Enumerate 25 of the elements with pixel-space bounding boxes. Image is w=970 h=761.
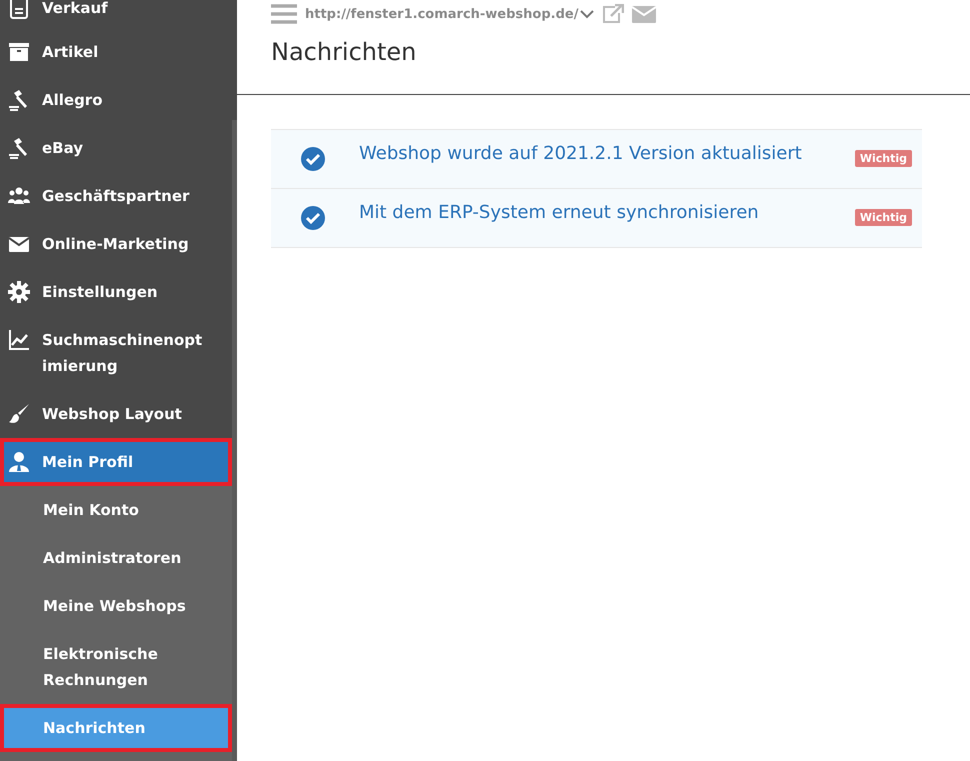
sidebar-item[interactable]: Elektronische Rechnungen: [0, 630, 232, 704]
sidebar-item[interactable]: eBay: [0, 124, 232, 172]
sidebar-item[interactable]: Mein Konto: [0, 486, 232, 534]
message-row[interactable]: Mit dem ERP-System erneut synchronisieren Wichtig: [271, 189, 922, 248]
sidebar-item[interactable]: Mein Profil: [0, 438, 232, 486]
message-row[interactable]: Webshop wurde auf 2021.2.1 Version aktualisiert Wichtig: [271, 130, 922, 189]
external-link-icon[interactable]: [602, 4, 624, 24]
sidebar-item[interactable]: Administratoren: [0, 534, 232, 582]
page-title: Nachrichten: [271, 38, 418, 66]
mail-icon[interactable]: [632, 4, 656, 24]
priority-badge: Wichtig: [854, 209, 912, 226]
sidebar-item[interactable]: Artikel: [0, 28, 232, 76]
shop-url[interactable]: http://fenster1.comarch-webshop.de/: [305, 6, 578, 22]
sidebar-item[interactable]: Suchmaschinenoptimierung: [0, 316, 232, 390]
sidebar-item[interactable]: Meine Webshops: [0, 582, 232, 630]
sidebar-item[interactable]: Verkauf: [0, 0, 232, 28]
sidebar-item[interactable]: Geschäftspartner: [0, 172, 232, 220]
sidebar-item[interactable]: Webshop Layout: [0, 390, 232, 438]
message-title[interactable]: Mit dem ERP-System erneut synchronisieren: [359, 202, 855, 223]
sidebar-item[interactable]: Allegro: [0, 76, 232, 124]
sidebar-item[interactable]: Einstellungen: [0, 268, 232, 316]
chevron-down-icon[interactable]: [580, 9, 594, 19]
message-title[interactable]: Webshop wurde auf 2021.2.1 Version aktualisiert: [359, 143, 855, 164]
priority-badge: Wichtig: [854, 150, 912, 167]
sidebar-item[interactable]: Online-Marketing: [0, 220, 232, 268]
